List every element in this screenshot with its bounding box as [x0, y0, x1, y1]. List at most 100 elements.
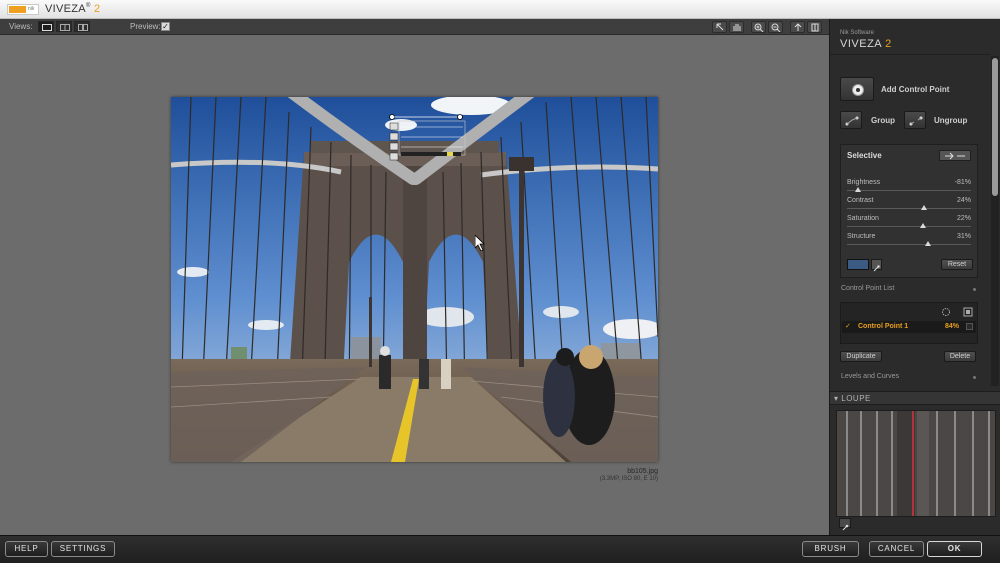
- split-view-icon: [60, 24, 70, 31]
- help-button[interactable]: HELP: [5, 541, 48, 557]
- fit-screen-button[interactable]: [790, 21, 805, 33]
- selective-title: Selective: [847, 151, 882, 160]
- panel-divider: [830, 54, 990, 55]
- photo-metadata: (3.3MP, ISO 80, E 10): [599, 476, 658, 482]
- control-point-list: ✓ Control Point 1 84%: [840, 302, 978, 344]
- fit-screen-icon: [794, 23, 802, 31]
- levels-menu-icon[interactable]: [973, 376, 976, 379]
- control-point-list-header[interactable]: Control Point List: [830, 285, 990, 295]
- control-point-select-box[interactable]: [966, 323, 973, 330]
- image-canvas[interactable]: bb105.jpg (3.3MP, ISO 80, E 10): [3, 36, 826, 533]
- brand-product-version: 2: [885, 38, 892, 50]
- brand-company: Nik Software: [840, 30, 875, 36]
- brand-product-name: VIVEZA: [840, 38, 882, 50]
- settings-button[interactable]: SETTINGS: [51, 541, 115, 557]
- brightness-track[interactable]: [847, 190, 971, 191]
- view-side-by-side-button[interactable]: [74, 21, 90, 32]
- structure-knob[interactable]: [924, 241, 931, 246]
- nik-logo-mark: [9, 6, 26, 13]
- brightness-slider[interactable]: Brightness -81%: [847, 179, 971, 197]
- background-color-button[interactable]: [807, 21, 822, 33]
- ungroup-button[interactable]: [904, 111, 926, 129]
- view-split-button[interactable]: [56, 21, 72, 32]
- structure-track[interactable]: [847, 244, 971, 245]
- preview-checkbox[interactable]: ✓: [161, 22, 170, 31]
- color-swatch[interactable]: [847, 259, 869, 270]
- group-label[interactable]: Group: [871, 116, 895, 125]
- title-bar: nik VIVEZA® 2: [0, 0, 1000, 19]
- brooklyn-bridge-photo: [171, 97, 658, 462]
- selective-options-button[interactable]: [939, 150, 971, 161]
- structure-value: 31%: [956, 233, 971, 240]
- mouse-cursor-icon: [475, 235, 485, 251]
- loupe-header[interactable]: ▾ LOUPE: [830, 391, 1000, 405]
- photo-filename: bb105.jpg: [627, 468, 658, 475]
- viveza-window: nik VIVEZA® 2 Views: Preview: ✓ bb105.jp…: [0, 0, 1000, 563]
- contrast-slider[interactable]: Contrast 24%: [847, 197, 971, 215]
- single-view-icon: [42, 24, 52, 31]
- add-control-point-label[interactable]: Add Control Point: [881, 85, 949, 94]
- control-point-icon: [852, 84, 864, 96]
- brush-button[interactable]: BRUSH: [802, 541, 859, 557]
- nik-logo: nik: [7, 4, 39, 15]
- saturation-track[interactable]: [847, 226, 971, 227]
- add-control-point-button[interactable]: [840, 77, 874, 101]
- ungroup-icon: [909, 116, 923, 126]
- brand-product: VIVEZA 2: [840, 38, 892, 50]
- saturation-knob[interactable]: [919, 223, 926, 228]
- contrast-track[interactable]: [847, 208, 971, 209]
- eyedropper-button[interactable]: [871, 259, 882, 272]
- loupe-view: [836, 410, 996, 517]
- delete-button[interactable]: Delete: [944, 351, 976, 362]
- group-button[interactable]: [840, 111, 862, 129]
- ok-button[interactable]: OK: [927, 541, 982, 557]
- view-toolbar: Views: Preview: ✓: [0, 19, 829, 35]
- contrast-knob[interactable]: [920, 205, 927, 210]
- photo-caption: bb105.jpg (3.3MP, ISO 80, E 10): [558, 468, 658, 482]
- background-color-icon: [811, 23, 819, 32]
- zoom-out-button[interactable]: [768, 21, 783, 33]
- loupe-label: LOUPE: [841, 394, 871, 403]
- levels-and-curves-header[interactable]: Levels and Curves: [830, 373, 990, 383]
- zoom-in-button[interactable]: [751, 21, 766, 33]
- preview-label: Preview:: [130, 22, 161, 31]
- loupe-pin-button[interactable]: [839, 518, 851, 531]
- delete-all-icon[interactable]: [963, 307, 973, 317]
- photo-preview[interactable]: [171, 97, 658, 462]
- arrow-pointer-icon: [716, 23, 724, 31]
- control-point-check-icon[interactable]: ✓: [845, 322, 851, 330]
- hand-icon: [733, 24, 741, 31]
- structure-slider[interactable]: Structure 31%: [847, 233, 971, 251]
- bottom-bar: HELP SETTINGS BRUSH CANCEL OK: [0, 535, 1000, 563]
- selective-section: Selective Brightness -81% Contrast 24% S…: [840, 144, 978, 278]
- saturation-label: Saturation: [847, 215, 879, 222]
- control-point-opacity: 84%: [945, 323, 960, 330]
- section-menu-icon[interactable]: [973, 288, 976, 291]
- ungroup-label[interactable]: Ungroup: [934, 116, 967, 125]
- app-title-name: VIVEZA: [45, 3, 86, 15]
- control-point-row[interactable]: ✓ Control Point 1 84%: [842, 321, 976, 333]
- show-hide-points-icon[interactable]: [941, 307, 951, 317]
- hand-tool-button[interactable]: [729, 21, 744, 33]
- duplicate-button[interactable]: Duplicate: [840, 351, 882, 362]
- panel-scrollbar[interactable]: [991, 56, 999, 386]
- saturation-slider[interactable]: Saturation 22%: [847, 215, 971, 233]
- zoom-out-icon: [771, 23, 781, 32]
- select-tool-button[interactable]: [712, 21, 727, 33]
- app-title-version: 2: [94, 3, 101, 15]
- group-icon: [845, 116, 859, 126]
- loupe-zoomed-image: [837, 411, 995, 516]
- structure-label: Structure: [847, 233, 876, 240]
- reset-button[interactable]: Reset: [941, 259, 973, 270]
- cancel-button[interactable]: CANCEL: [869, 541, 924, 557]
- nik-logo-text: nik: [28, 6, 35, 12]
- brightness-knob[interactable]: [855, 187, 862, 192]
- zoom-in-icon: [754, 23, 764, 32]
- view-single-button[interactable]: [38, 21, 54, 32]
- brightness-value: -81%: [954, 179, 971, 186]
- loupe-collapse-icon[interactable]: ▾: [834, 394, 839, 403]
- eyedropper-icon: [873, 265, 880, 272]
- panel-scrollbar-thumb[interactable]: [992, 58, 998, 196]
- views-label: Views:: [9, 22, 33, 31]
- side-by-side-view-icon: [78, 24, 88, 31]
